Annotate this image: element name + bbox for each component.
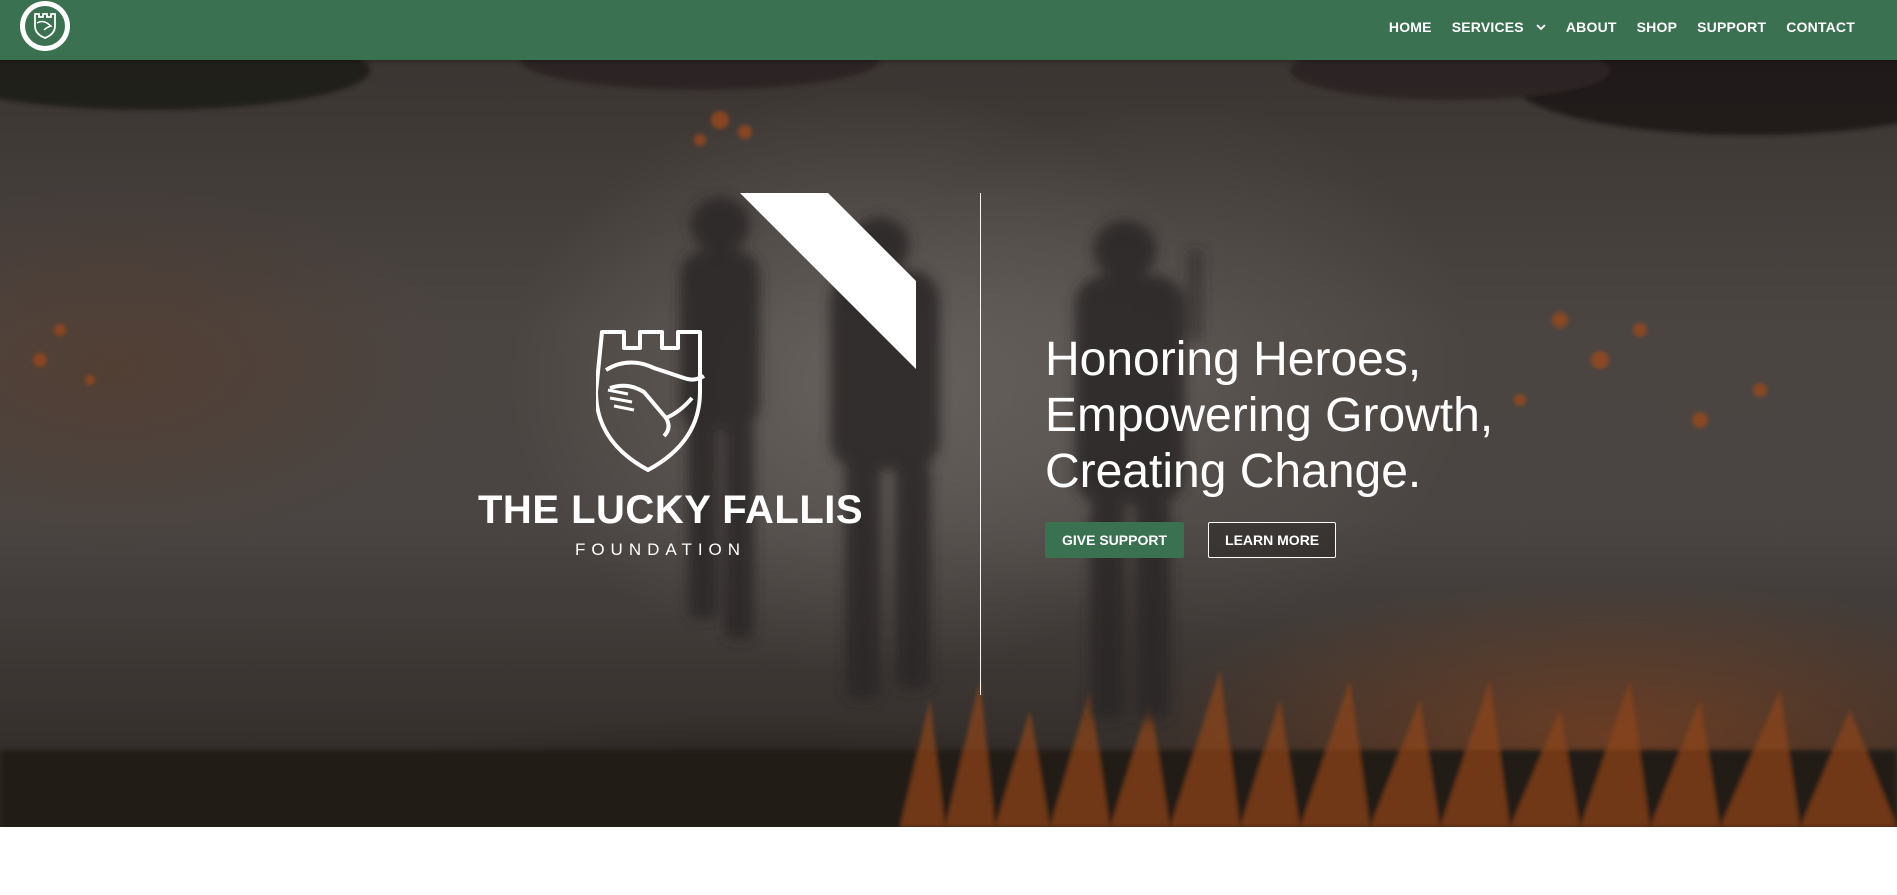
vertical-divider xyxy=(980,193,981,695)
nav-contact-label: CONTACT xyxy=(1786,19,1855,35)
nav-about-label: ABOUT xyxy=(1565,19,1617,35)
nav-services[interactable]: SERVICES xyxy=(1442,19,1556,35)
learn-more-button[interactable]: LEARN MORE xyxy=(1208,522,1337,558)
home-logo-link[interactable] xyxy=(20,1,70,51)
headline-line-1: Honoring Heroes, xyxy=(1045,333,1422,386)
nav-shop[interactable]: SHOP xyxy=(1627,19,1687,35)
nav-home-label: HOME xyxy=(1388,19,1432,35)
nav-contact[interactable]: CONTACT xyxy=(1776,19,1865,35)
shield-tower-handshake-icon xyxy=(595,330,705,472)
nav-services-label: SERVICES xyxy=(1451,19,1524,35)
nav-home[interactable]: HOME xyxy=(1379,19,1442,35)
headline-line-2: Empowering Growth, xyxy=(1045,389,1494,442)
nav-support[interactable]: SUPPORT xyxy=(1687,19,1776,35)
shield-tower-handshake-icon xyxy=(25,6,65,46)
hero-headline: Honoring Heroes, Empowering Growth, Crea… xyxy=(1045,332,1605,500)
hero-section: THE LUCKY FALLIS FOUNDATION Honoring Her… xyxy=(0,60,1897,827)
give-support-button[interactable]: GIVE SUPPORT xyxy=(1045,522,1185,558)
nav-support-label: SUPPORT xyxy=(1697,19,1767,35)
brand-lockup: THE LUCKY FALLIS FOUNDATION xyxy=(478,328,864,560)
top-navbar: HOME SERVICES ABOUT SHOP SUPPORT CONTACT xyxy=(0,0,1897,60)
brand-name: THE LUCKY FALLIS xyxy=(478,488,864,532)
brand-subtitle: FOUNDATION xyxy=(574,540,747,559)
main-menu: HOME SERVICES ABOUT SHOP SUPPORT CONTACT xyxy=(1379,0,1865,54)
nav-shop-label: SHOP xyxy=(1636,19,1678,35)
nav-about[interactable]: ABOUT xyxy=(1556,19,1627,35)
hero-background-image xyxy=(0,60,1897,827)
chevron-down-icon xyxy=(1536,23,1546,31)
hero-actions: GIVE SUPPORT LEARN MORE xyxy=(1045,522,1337,558)
headline-line-3: Creating Change. xyxy=(1045,445,1422,498)
